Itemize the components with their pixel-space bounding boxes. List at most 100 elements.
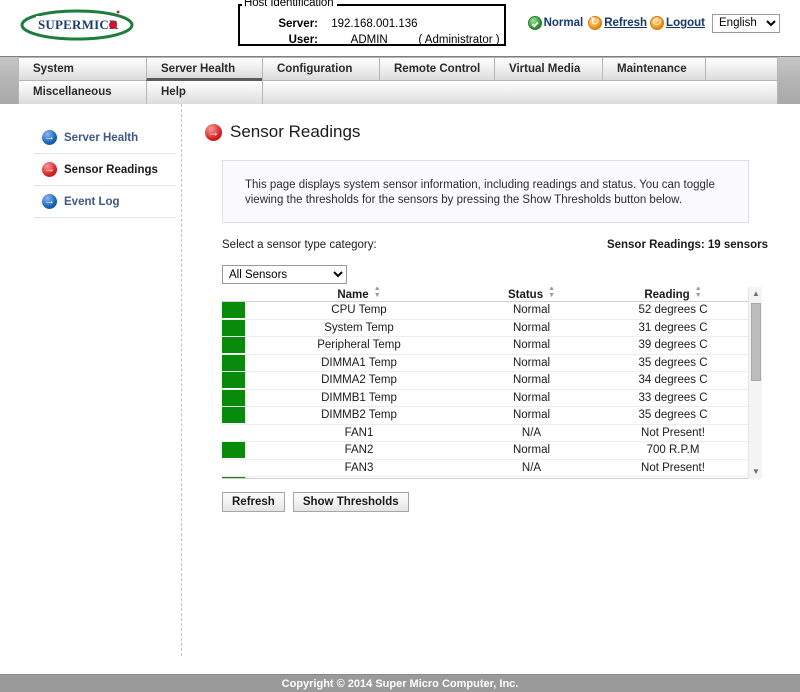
cell-sensor-name: DIMMA1 Temp [321,356,397,369]
table-row[interactable]: CPU Temp Normal 52 degrees C [222,302,762,320]
cell-sensor-reading: 33 degrees C [638,391,708,404]
nav-tab-miscellaneous[interactable]: Miscellaneous [18,81,146,105]
table-row[interactable]: DIMMB2 Temp Normal 35 degrees C [222,407,762,425]
page-title-row: Sensor Readings [205,118,780,146]
cell-sensor-status: Normal [512,356,551,369]
sensor-category-label: Select a sensor type category: [222,239,377,251]
table-scrollbar[interactable]: ▲ ▼ [748,287,762,479]
status-led-cell [222,372,254,389]
table-row[interactable]: DIMMA2 Temp Normal 34 degrees C [222,372,762,390]
refresh-link[interactable]: Refresh [604,17,647,29]
cell-sensor-status: Normal [512,374,551,387]
table-header-reading[interactable]: Reading ▲ ▼ [599,287,747,301]
footer-spacer [0,624,800,674]
cell-sensor-reading: 39 degrees C [638,339,708,352]
scrollbar-thumb[interactable] [751,303,761,381]
logout-link[interactable]: Logout [666,17,705,29]
cell-sensor-name: DIMMA2 Temp [321,374,397,387]
sort-indicator-icon: ▲ ▼ [373,287,381,299]
info-text: This page displays system sensor informa… [245,179,715,206]
refresh-icon[interactable] [588,15,603,30]
nav-tab-maintenance[interactable]: Maintenance [602,57,705,81]
status-led-cell [222,460,254,476]
host-server-row: Server: 192.168.001.136 [240,18,504,30]
table-row[interactable]: DIMMB1 Temp Normal 33 degrees C [222,389,762,407]
table-bottom-border [222,478,748,479]
cell-sensor-reading: 35 degrees C [638,356,708,369]
table-header-name[interactable]: Name ▲ ▼ [254,287,464,301]
action-buttons: Refresh Show Thresholds [222,492,780,512]
host-user-row: User: ADMIN ( Administrator ) [240,34,504,46]
table-header-name-label: Name [337,289,369,301]
nav-tab-system[interactable]: System [18,57,146,81]
cell-sensor-name: Peripheral Temp [317,339,401,352]
table-row[interactable]: System Temp Normal 31 degrees C [222,319,762,337]
cell-sensor-reading: 31 degrees C [638,321,708,334]
user-value: ADMIN [350,34,388,46]
logo-svg: SUPERMICR [20,9,134,41]
cell-sensor-status: Normal [512,444,551,457]
table-row[interactable]: Peripheral Temp Normal 39 degrees C [222,337,762,355]
power-icon[interactable] [650,15,665,30]
sensor-category-select[interactable]: All Sensors [222,265,347,284]
nav-tab-virtual-media[interactable]: Virtual Media [494,57,602,81]
table-header-status[interactable]: Status ▲ ▼ [464,287,599,301]
nav-tab-server-health[interactable]: Server Health [146,57,262,81]
host-identification-legend: Host Identification [242,0,337,9]
sidebar-item-label: Event Log [64,195,120,208]
status-led-green [222,407,245,424]
user-role: ( Administrator ) [418,34,500,46]
cell-sensor-name: FAN2 [344,444,374,457]
page-header: SUPERMICR Host Identification Server: 19… [0,0,800,52]
language-select[interactable]: English [712,13,780,33]
status-led-cell [222,389,254,406]
svg-text:SUPERMICR: SUPERMICR [38,17,119,32]
table-header-row: Name ▲ ▼ Status ▲ ▼ Reading ▲ ▼ [222,287,762,302]
sensor-category-row: Select a sensor type category: Sensor Re… [222,239,768,259]
cell-sensor-reading: Not Present! [641,426,705,439]
table-row[interactable]: FAN1 N/A Not Present! [222,425,762,442]
server-value: 192.168.001.136 [331,18,418,30]
sidebar: Server Health Sensor Readings Event Log [34,122,176,218]
sidebar-item-event-log[interactable]: Event Log [34,186,176,218]
status-led-cell [222,425,254,441]
green-check-icon [527,16,542,30]
main-navigation-bar: System Server Health Configuration Remot… [0,56,800,105]
status-led-empty [222,460,245,476]
menu-row-1: System Server Health Configuration Remot… [18,57,778,81]
table-row[interactable]: FAN3 N/A Not Present! [222,460,762,477]
sort-indicator-icon: ▲ ▼ [694,287,702,299]
table-header-reading-label: Reading [644,289,690,301]
menu-row-2: Miscellaneous Help [18,81,778,105]
table-header-status-label: Status [507,289,544,301]
supermicro-logo: SUPERMICR [18,6,136,44]
table-row[interactable]: FAN2 Normal 700 R.P.M [222,442,762,460]
show-thresholds-button[interactable]: Show Thresholds [292,492,409,512]
sidebar-item-server-health[interactable]: Server Health [34,122,176,154]
sidebar-divider [181,104,182,656]
status-led-cell [222,337,254,354]
info-box: This page displays system sensor informa… [222,160,749,223]
nav-tab-help[interactable]: Help [146,81,262,105]
nav-filler-2 [262,81,778,105]
cell-sensor-name: FAN3 [344,461,374,474]
scroll-down-icon[interactable]: ▼ [749,465,762,479]
nav-tab-configuration[interactable]: Configuration [262,57,379,81]
status-led-green [222,442,245,459]
scroll-up-icon[interactable]: ▲ [749,287,762,301]
sort-indicator-icon: ▲ ▼ [548,287,556,299]
cell-sensor-reading: 52 degrees C [638,304,708,317]
nav-filler-1 [705,57,778,81]
topbar-actions: Normal Refresh Logout English [527,13,780,33]
cell-sensor-status: Normal [512,304,551,317]
cell-sensor-status: Normal [512,409,551,422]
table-row[interactable]: DIMMA1 Temp Normal 35 degrees C [222,354,762,372]
page-root: SUPERMICR Host Identification Server: 19… [0,0,800,692]
refresh-button[interactable]: Refresh [222,492,285,512]
cell-sensor-status: N/A [521,461,542,474]
status-led-green [222,389,245,406]
sidebar-item-sensor-readings[interactable]: Sensor Readings [34,154,176,186]
nav-tab-remote-control[interactable]: Remote Control [379,57,494,81]
copyright-text: Copyright © 2014 Super Micro Computer, I… [281,678,519,690]
cell-sensor-name: CPU Temp [331,304,387,317]
